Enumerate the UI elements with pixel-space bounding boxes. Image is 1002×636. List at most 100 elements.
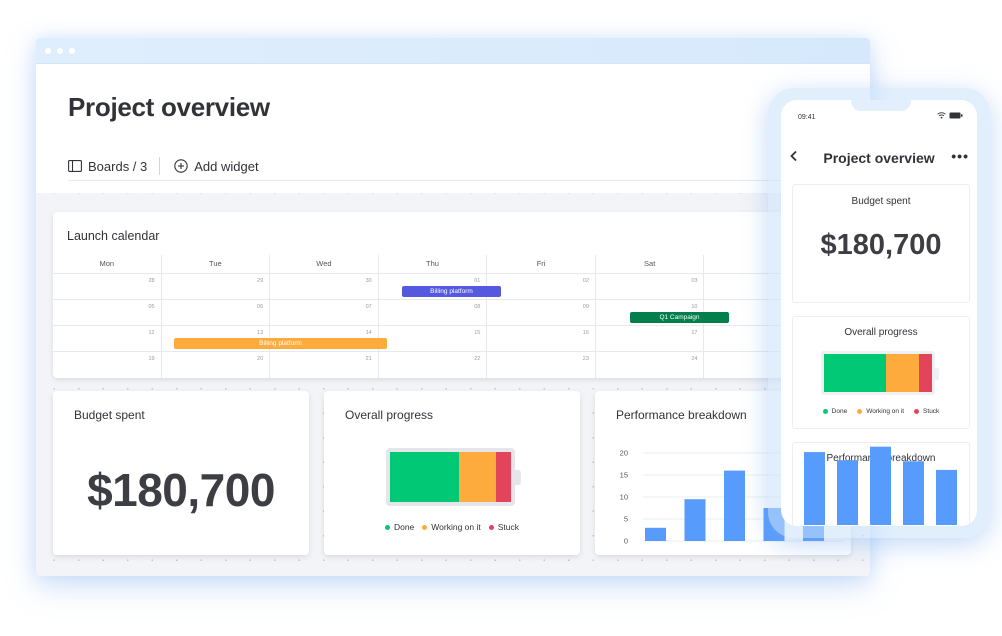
budget-title: Budget spent [74,408,145,422]
phone-page-title: Project overview [823,150,935,166]
calendar-event[interactable]: Billing platform [402,286,501,297]
calendar-day-cell[interactable]: 20 [162,352,271,378]
calendar-day-cell[interactable]: 29 [162,274,271,299]
calendar-day-cell[interactable]: 02 [487,274,596,299]
calendar-date-number: 16 [582,330,589,336]
calendar-date-number: 15 [474,330,481,336]
calendar-week-row: 28 29 30 01 02 03 Billing platform [53,274,813,300]
battery-tip [515,470,521,485]
window-dot-close[interactable] [45,48,51,54]
phone-progress-card: Overall progress Done Working on it Stuck [792,316,970,429]
chart-bar [804,452,825,525]
budget-widget: Budget spent $180,700 [53,391,309,555]
y-tick-label: 20 [620,449,628,458]
calendar-day-cell[interactable]: 03 [596,274,705,299]
calendar-day-cell[interactable]: 16 [487,326,596,351]
calendar-day-cell[interactable]: 17 [596,326,705,351]
progress-segment-done [824,354,886,392]
progress-title: Overall progress [345,408,434,422]
boards-icon [68,160,82,172]
calendar-day-header: Tue [162,255,271,273]
budget-value: $180,700 [87,464,275,516]
calendar-day-cell[interactable]: 09 [487,300,596,325]
calendar-day-cell[interactable]: 30 [270,274,379,299]
wifi-icon [937,112,946,119]
calendar-day-cell[interactable]: 19 [53,352,162,378]
calendar-day-cell[interactable]: 28 [53,274,162,299]
calendar-day-cell[interactable]: 12 [53,326,162,351]
calendar-grid: Mon Tue Wed Thu Fri Sat 28 29 30 01 02 03 Billing p… [53,255,813,378]
calendar-header: Mon Tue Wed Thu Fri Sat [53,255,813,274]
calendar-date-number: 02 [582,278,589,284]
calendar-date-number: 06 [257,304,264,310]
chart-bar [903,461,924,525]
calendar-day-cell[interactable]: 07 [270,300,379,325]
calendar-date-number: 05 [148,304,155,310]
calendar-date-number: 20 [257,356,264,362]
boards-button[interactable]: Boards / 3 [68,159,147,174]
phone-budget-value: $180,700 [820,229,942,261]
calendar-date-number: 10 [691,304,698,310]
plus-circle-icon [174,159,189,173]
calendar-day-cell[interactable]: 22 [379,352,488,378]
calendar-date-number: 12 [148,330,155,336]
phone-notch [851,100,911,111]
legend-label: Done [831,408,848,415]
calendar-event[interactable]: Q1 Campaign [630,312,729,323]
phone-progress-title: Overall progress [844,327,918,338]
legend-label: Stuck [497,522,520,532]
progress-battery [386,448,515,506]
calendar-day-cell[interactable]: 21 [270,352,379,378]
calendar-date-number: 30 [365,278,372,284]
calendar-date-number: 28 [148,278,155,284]
page-title: Project overview [68,92,270,122]
progress-legend: Done Working on it Stuck [324,522,580,532]
calendar-day-cell[interactable]: 06 [162,300,271,325]
window-dot-maximize[interactable] [69,48,75,54]
legend-dot-icon [822,409,828,414]
calendar-date-number: 03 [691,278,698,284]
calendar-date-number: 29 [257,278,264,284]
progress-segment-done [390,452,459,502]
calendar-day-cell[interactable]: 05 [53,300,162,325]
y-tick-label: 10 [620,493,628,502]
legend-dot-icon [384,524,390,530]
chart-bar [837,460,858,525]
chart-bar [645,527,666,541]
add-widget-label: Add widget [194,158,259,174]
legend-item: Stuck [488,522,520,532]
toolbar-divider [159,157,161,175]
calendar-date-number: 07 [365,304,372,310]
calendar-date-number: 22 [474,356,481,362]
chart-bar [936,469,957,525]
phone-nav-bar: Project overview ••• [781,148,977,168]
launch-calendar-widget: Launch calendar Mon Tue Wed Thu Fri Sat 28 29 3… [53,212,813,378]
calendar-date-number: 01 [474,278,481,284]
calendar-day-header: Thu [379,255,488,273]
boards-label: Boards / 3 [88,158,148,174]
phone-progress-battery [821,351,935,395]
dashboard-toolbar: Boards / 3 Add widget [68,156,259,176]
calendar-day-header: Mon [53,255,162,273]
battery-icon [949,112,963,119]
calendar-day-cell[interactable]: 23 [487,352,596,378]
legend-label: Done [393,522,415,532]
calendar-event[interactable]: Billing platform [174,338,387,349]
phone-budget-card: Budget spent $180,700 [792,184,970,303]
window-dot-minimize[interactable] [57,48,63,54]
phone-battery-tip [935,368,939,380]
dashboard-window: Project overview Boards / 3 Add widget L… [36,38,870,576]
more-options-icon[interactable]: ••• [951,148,969,164]
legend-label: Stuck [923,408,940,415]
chart-bar [684,499,706,541]
phone-budget-title: Budget spent [851,196,911,207]
add-widget-button[interactable]: Add widget [174,158,259,174]
calendar-date-number: 09 [582,304,589,310]
overall-progress-widget: Overall progress Done Working on it Stuck [324,391,580,555]
window-titlebar [36,38,870,64]
calendar-day-cell[interactable]: 24 [596,352,705,378]
calendar-day-cell[interactable]: 15 [379,326,488,351]
calendar-day-cell[interactable]: 08 [379,300,488,325]
phone-performance-card: Performance breakdown [792,442,970,526]
legend-dot-icon [914,409,920,414]
